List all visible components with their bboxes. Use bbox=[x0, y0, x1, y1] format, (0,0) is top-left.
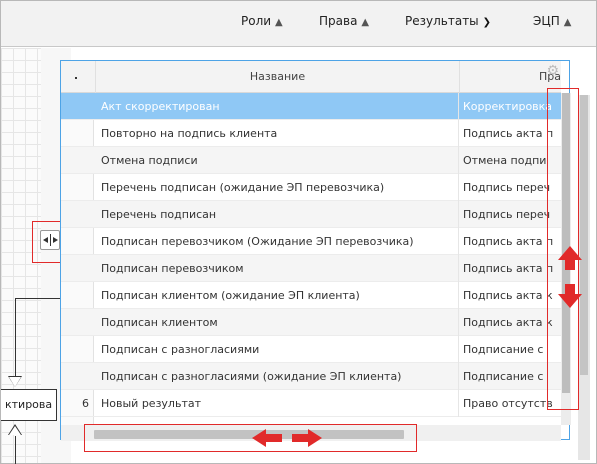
row-rights: Подписание с bbox=[458, 336, 561, 363]
outer-vertical-scroll-thumb[interactable] bbox=[580, 95, 588, 375]
menu-rights[interactable]: Права ▲ bbox=[319, 14, 369, 34]
row-rights: Подписание с bbox=[458, 363, 561, 390]
row-number bbox=[61, 201, 89, 228]
resize-vertical-arrow-icon bbox=[558, 246, 582, 308]
gear-icon[interactable]: ⚙ bbox=[546, 63, 559, 79]
row-number bbox=[61, 255, 89, 282]
menu-results[interactable]: Результаты ❯ bbox=[405, 14, 491, 34]
diagram-arrow-fill bbox=[9, 426, 21, 435]
diagram-connector bbox=[15, 436, 16, 464]
table-row[interactable]: Акт скорректирован Корректировка bbox=[61, 93, 561, 120]
row-number bbox=[61, 363, 89, 390]
chevron-up-icon: ▲ bbox=[361, 17, 370, 28]
table-row[interactable]: Подписан с разногласиями Подписание с bbox=[61, 336, 561, 363]
table-row[interactable]: Перечень подписан (ожидание ЭП перевозчи… bbox=[61, 174, 561, 201]
row-rights: Подпись переч bbox=[458, 174, 561, 201]
results-table: Название Пра ⚙ Акт скорректирован Коррек… bbox=[61, 61, 561, 425]
row-rights: Подпись акта к bbox=[458, 309, 561, 336]
menu-signature[interactable]: ЭЦП ▲ bbox=[533, 14, 571, 34]
row-rights: Право отсутств bbox=[458, 390, 561, 417]
chevron-up-icon: ▲ bbox=[563, 17, 572, 28]
row-number bbox=[61, 309, 89, 336]
row-rights: Подпись акта п bbox=[458, 255, 561, 282]
row-number bbox=[61, 93, 89, 120]
annotation-horizontal-scroll-box bbox=[84, 424, 417, 452]
chevron-up-icon: ▲ bbox=[275, 17, 283, 28]
results-panel: Название Пра ⚙ Акт скорректирован Коррек… bbox=[60, 60, 571, 441]
row-name: Отмена подписи bbox=[101, 154, 198, 167]
table-row[interactable]: Подписан клиентом (ожидание ЭП клиента) … bbox=[61, 282, 561, 309]
table-row[interactable]: Подписан клиентом Подпись акта к bbox=[61, 309, 561, 336]
row-name: Подписан с разногласиями bbox=[101, 343, 260, 356]
row-name: Подписан перевозчиком (Ожидание ЭП перев… bbox=[101, 235, 414, 248]
chevron-down-icon: ❯ bbox=[482, 17, 492, 28]
row-number bbox=[61, 147, 89, 174]
row-name: Новый результат bbox=[101, 397, 201, 410]
table-row[interactable]: Повторно на подпись клиента Подпись акта… bbox=[61, 120, 561, 147]
table-row[interactable]: Отмена подписи Отмена подпи bbox=[61, 147, 561, 174]
row-rights: Подпись акта к bbox=[458, 282, 561, 309]
row-name: Подписан клиентом (ожидание ЭП клиента) bbox=[101, 289, 360, 302]
row-name: Повторно на подпись клиента bbox=[101, 127, 278, 140]
diagram-node-label: ктирова bbox=[5, 398, 53, 411]
row-rights: Отмена подпи bbox=[458, 147, 561, 174]
row-name: Подписан перевозчиком bbox=[101, 262, 244, 275]
row-rights: Подпись переч bbox=[458, 201, 561, 228]
row-name: Подписан клиентом bbox=[101, 316, 218, 329]
row-number bbox=[61, 228, 89, 255]
header-marker bbox=[75, 77, 77, 79]
top-menu-bar: Роли ▲ Права ▲ Результаты ❯ ЭЦП ▲ bbox=[1, 1, 596, 47]
row-rights: Корректировка bbox=[458, 93, 561, 120]
menu-results-label: Результаты bbox=[405, 14, 479, 28]
menu-roles-label: Роли bbox=[241, 14, 272, 28]
resize-horizontal-arrow-icon bbox=[252, 429, 322, 447]
table-row[interactable]: Подписан с разногласиями (ожидание ЭП кл… bbox=[61, 363, 561, 390]
table-row[interactable]: Подписан перевозчиком Подпись акта п bbox=[61, 255, 561, 282]
row-number bbox=[61, 174, 89, 201]
menu-roles[interactable]: Роли ▲ bbox=[241, 14, 283, 34]
table-row[interactable]: Подписан перевозчиком (Ожидание ЭП перев… bbox=[61, 228, 561, 255]
table-row[interactable]: Перечень подписан Подпись переч bbox=[61, 201, 561, 228]
menu-rights-label: Права bbox=[319, 14, 358, 28]
row-name: Перечень подписан (ожидание ЭП перевозчи… bbox=[101, 181, 385, 194]
row-name: Подписан с разногласиями (ожидание ЭП кл… bbox=[101, 370, 402, 383]
row-name: Акт скорректирован bbox=[101, 100, 220, 113]
row-rights: Подпись акта п bbox=[458, 228, 561, 255]
row-number bbox=[61, 120, 89, 147]
table-header: Название Пра ⚙ bbox=[61, 61, 561, 93]
diagram-arrow-fill bbox=[9, 377, 21, 387]
row-number bbox=[61, 282, 89, 309]
menu-signature-label: ЭЦП bbox=[533, 14, 560, 28]
diagram-connector bbox=[15, 298, 16, 378]
table-row[interactable]: 6 Новый результат Право отсутств bbox=[61, 390, 561, 417]
diagram-node[interactable]: ктирова bbox=[1, 389, 57, 421]
row-rights: Подпись акта п bbox=[458, 120, 561, 147]
row-number: 6 bbox=[82, 397, 89, 410]
column-header-name[interactable]: Название bbox=[95, 61, 459, 93]
row-number bbox=[61, 336, 89, 363]
row-name: Перечень подписан bbox=[101, 208, 217, 221]
